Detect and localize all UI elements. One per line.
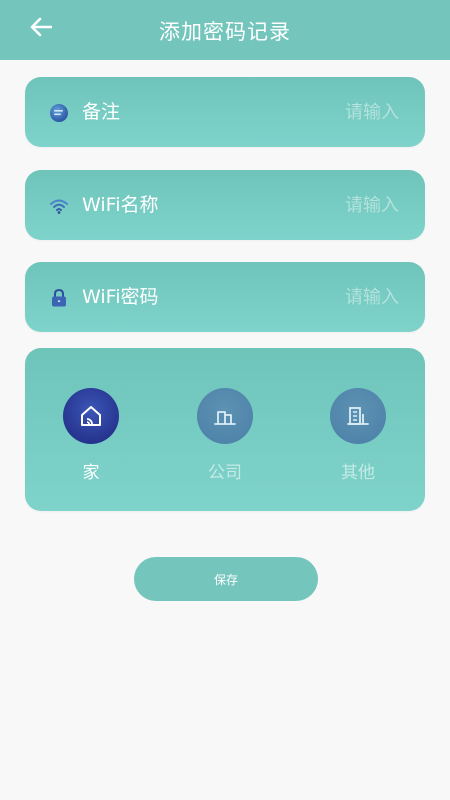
note-field[interactable]: 备注 xyxy=(25,77,425,147)
wifi-name-label: WiFi名称 xyxy=(82,194,159,216)
page-title: 添加密码记录 xyxy=(159,20,291,44)
other-building-icon[interactable] xyxy=(330,388,386,444)
app-header: 添加密码记录 xyxy=(0,0,450,60)
category-home-label: 家 xyxy=(82,463,100,483)
save-button[interactable]: 保存 xyxy=(134,557,318,601)
note-label: 备注 xyxy=(82,101,121,123)
home-icon[interactable] xyxy=(63,388,119,444)
wifi-password-input[interactable] xyxy=(219,284,399,310)
wifi-name-input[interactable] xyxy=(219,192,399,218)
category-home[interactable]: 家 xyxy=(51,388,131,483)
category-other-label: 其他 xyxy=(341,463,375,483)
category-selector: 家 公司 其他 xyxy=(25,348,425,511)
wifi-password-label: WiFi密码 xyxy=(82,286,159,308)
category-company-label: 公司 xyxy=(208,463,242,483)
note-input[interactable] xyxy=(219,99,399,125)
wifi-name-field[interactable]: WiFi名称 xyxy=(25,170,425,240)
company-building-icon[interactable] xyxy=(197,388,253,444)
category-other[interactable]: 其他 xyxy=(318,388,398,483)
note-icon xyxy=(49,103,69,123)
wifi-password-field[interactable]: WiFi密码 xyxy=(25,262,425,332)
wifi-icon xyxy=(49,196,69,216)
lock-icon xyxy=(49,288,69,308)
category-company[interactable]: 公司 xyxy=(185,388,265,483)
